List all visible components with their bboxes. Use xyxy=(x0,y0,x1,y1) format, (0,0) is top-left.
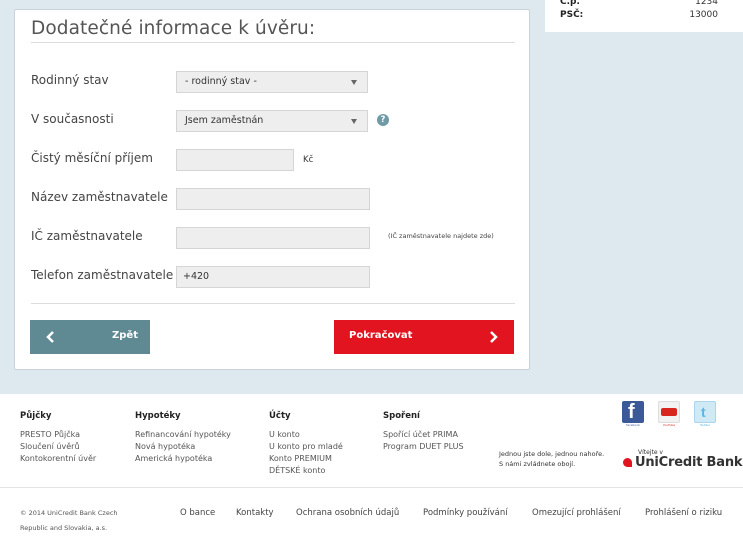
chevron-down-icon xyxy=(351,80,357,85)
facebook-icon[interactable]: f facebook xyxy=(622,401,644,427)
chevron-right-icon xyxy=(490,331,498,343)
cp-value: 1234 xyxy=(695,0,718,7)
employment-label: V současnosti xyxy=(31,112,114,126)
marital-status-select[interactable]: - rodinný stav - xyxy=(176,71,368,93)
unicredit-logo-icon xyxy=(623,458,632,467)
footer-link[interactable]: Americká hypotéka xyxy=(135,453,231,465)
employer-name-label: Název zaměstnavatele xyxy=(31,190,168,204)
employer-ic-hint-link[interactable]: (IČ zaměstnavatele najdete zde) xyxy=(388,232,494,240)
footer-link[interactable]: Refinancování hypotéky xyxy=(135,429,231,441)
employer-phone-label: Telefon zaměstnavatele xyxy=(31,268,174,282)
footer-link[interactable]: Kontokorentní úvěr xyxy=(20,453,96,465)
employment-select[interactable]: Jsem zaměstnán xyxy=(176,110,368,132)
brand-name: UniCredit Bank xyxy=(635,455,743,470)
income-label: Čistý měsíční příjem xyxy=(31,151,153,165)
footer-heading: Účty xyxy=(269,411,291,421)
back-button-label: Zpět xyxy=(112,330,138,341)
footer-link-contacts[interactable]: Kontakty xyxy=(236,508,274,518)
form-title: Dodatečné informace k úvěru: xyxy=(31,18,316,39)
footer-link[interactable]: PRESTO Půjčka xyxy=(20,429,96,441)
employer-phone-input[interactable]: +420 xyxy=(176,266,370,288)
employer-name-input[interactable] xyxy=(176,188,370,210)
footer-link[interactable]: U konto xyxy=(269,429,343,441)
footer-link[interactable]: U konto pro mladé xyxy=(269,441,343,453)
footer-link[interactable]: Nová hypotéka xyxy=(135,441,231,453)
copyright: © 2014 UniCredit Bank Czech Republic and… xyxy=(20,506,118,536)
twitter-caption: Twitter xyxy=(699,423,711,427)
footer-divider xyxy=(0,487,743,488)
address-summary-card: Č.p. 1234 PSČ: 13000 xyxy=(545,0,743,32)
income-unit: Kč xyxy=(303,155,314,165)
marital-status-value: - rodinný stav - xyxy=(185,76,257,87)
footer-link[interactable]: DĚTSKÉ konto xyxy=(269,465,343,477)
psc-label: PSČ: xyxy=(560,10,584,20)
footer-link[interactable]: Konto PREMIUM xyxy=(269,453,343,465)
tagline: Jednou jste dole, jednou nahoře. S námi … xyxy=(499,449,604,469)
tagline-line-2: S námi zvládnete obojí. xyxy=(499,460,576,468)
employment-value: Jsem zaměstnán xyxy=(185,115,264,126)
continue-button[interactable]: Pokračovat xyxy=(334,320,514,354)
youtube-caption: YouTube xyxy=(662,423,676,427)
youtube-icon[interactable]: YouTube xyxy=(658,401,680,427)
footer-link-risk[interactable]: Prohlášení o riziku xyxy=(645,508,722,518)
psc-value: 13000 xyxy=(689,10,718,20)
footer-column-accounts: Účty U konto U konto pro mladé Konto PRE… xyxy=(269,410,343,477)
employer-ic-label: IČ zaměstnavatele xyxy=(31,229,143,243)
cp-row: Č.p. 1234 xyxy=(560,0,718,8)
footer-link[interactable]: Sloučení úvěrů xyxy=(20,441,96,453)
twitter-icon[interactable]: t Twitter xyxy=(694,401,716,427)
chevron-down-icon xyxy=(351,119,357,124)
copyright-line-1: © 2014 UniCredit Bank Czech xyxy=(20,509,118,517)
footer-column-savings: Spoření Spořící účet PRIMA Program DUET … xyxy=(383,410,464,453)
footer-link[interactable]: Spořící účet PRIMA xyxy=(383,429,464,441)
footer-column-loans: Půjčky PRESTO Půjčka Sloučení úvěrů Kont… xyxy=(20,410,96,465)
footer-link[interactable]: Program DUET PLUS xyxy=(383,441,464,453)
footer-heading: Půjčky xyxy=(20,411,52,421)
employer-ic-input[interactable] xyxy=(176,227,370,249)
back-button[interactable]: Zpět xyxy=(30,320,150,354)
footer-link-about[interactable]: O bance xyxy=(180,508,215,518)
copyright-line-2: Republic and Slovakia, a.s. xyxy=(20,524,108,532)
psc-row: PSČ: 13000 xyxy=(560,9,718,21)
marital-status-label: Rodinný stav xyxy=(31,73,109,87)
footer-column-mortgages: Hypotéky Refinancování hypotéky Nová hyp… xyxy=(135,410,231,465)
help-icon[interactable]: ? xyxy=(377,114,389,126)
chevron-left-icon xyxy=(46,331,54,343)
footer-link-disclaimer[interactable]: Omezující prohlášení xyxy=(532,508,621,518)
footer-heading: Spoření xyxy=(383,411,420,421)
footer-link-privacy[interactable]: Ochrana osobních údajů xyxy=(296,508,399,518)
footer-heading: Hypotéky xyxy=(135,411,181,421)
unicredit-logo[interactable]: UniCredit Bank xyxy=(623,455,743,470)
continue-button-label: Pokračovat xyxy=(349,330,413,341)
cp-label: Č.p. xyxy=(560,0,580,7)
loan-info-form: Dodatečné informace k úvěru: Rodinný sta… xyxy=(14,9,530,370)
income-input[interactable] xyxy=(176,149,294,171)
buttons-divider xyxy=(31,303,515,304)
footer-link-terms[interactable]: Podmínky používání xyxy=(423,508,508,518)
tagline-line-1: Jednou jste dole, jednou nahoře. xyxy=(499,450,605,458)
title-divider xyxy=(31,42,515,43)
